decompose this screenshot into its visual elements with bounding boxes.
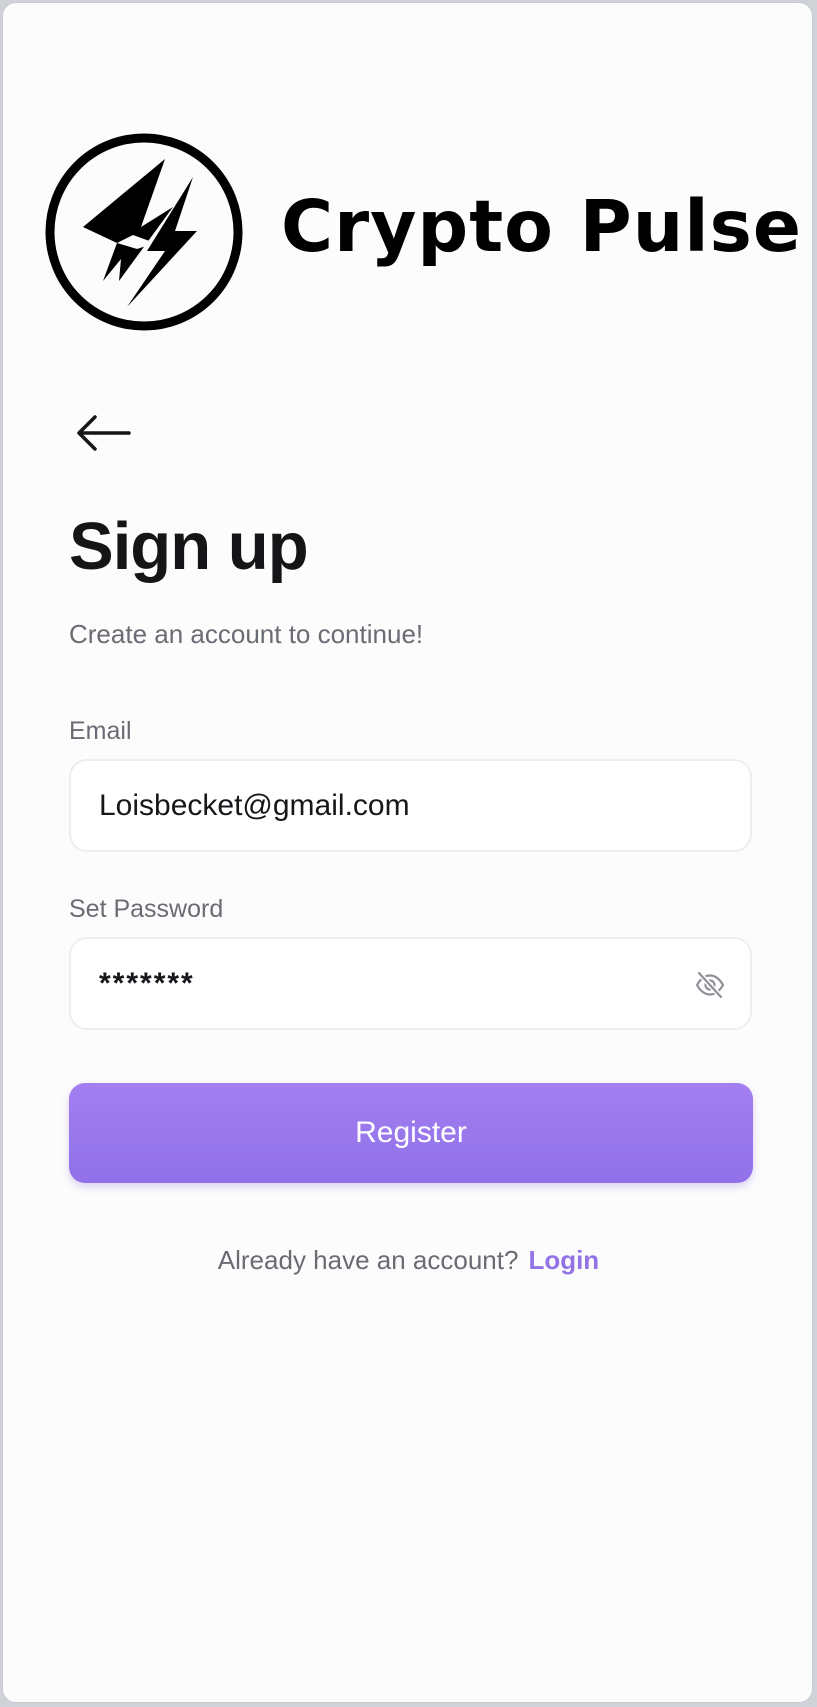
register-button[interactable]: Register xyxy=(69,1083,753,1183)
brand-header: Crypto Pulse xyxy=(43,131,801,336)
email-value[interactable]: Loisbecket@gmail.com xyxy=(99,761,410,850)
password-field[interactable]: ******* xyxy=(69,937,752,1030)
email-field[interactable]: Loisbecket@gmail.com xyxy=(69,759,752,852)
login-prompt: Already have an account? Login xyxy=(3,1245,812,1275)
password-value[interactable]: ******* xyxy=(99,939,195,1028)
page-subtitle: Create an account to continue! xyxy=(69,619,424,649)
signup-screen: Crypto Pulse Sign up Create an account t… xyxy=(2,2,813,1703)
email-label: Email xyxy=(69,717,132,745)
arrow-left-icon[interactable] xyxy=(71,411,133,455)
login-prompt-text: Already have an account? xyxy=(217,1245,519,1275)
lightning-logo-icon xyxy=(45,133,243,331)
brand-name: Crypto Pulse xyxy=(281,185,802,268)
password-label: Set Password xyxy=(69,895,224,923)
login-link[interactable]: Login xyxy=(528,1245,599,1275)
page-title: Sign up xyxy=(69,509,309,584)
eye-off-icon[interactable] xyxy=(694,969,726,1001)
